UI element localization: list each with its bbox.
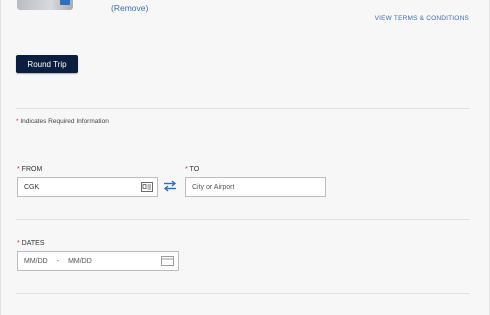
dates-label: * DATES xyxy=(17,240,45,247)
from-label-text: FROM xyxy=(19,166,43,173)
swap-arrows-icon[interactable] xyxy=(163,180,177,192)
to-input[interactable]: City or Airport xyxy=(185,177,326,197)
booking-form: (Remove) VIEW TERMS & CONDITIONS Round T… xyxy=(0,0,490,315)
remove-card-link[interactable]: (Remove) xyxy=(111,3,148,13)
date-separator: - xyxy=(56,257,60,265)
card-brand-icon xyxy=(60,0,70,5)
to-label: * TO xyxy=(185,166,199,173)
required-note-text: Indicates Required Information xyxy=(18,118,109,125)
divider xyxy=(16,219,469,220)
from-label: * FROM xyxy=(17,166,42,173)
dates-label-text: DATES xyxy=(19,240,45,247)
dates-input[interactable]: MM/DD - MM/DD xyxy=(17,251,179,271)
end-date-placeholder: MM/DD xyxy=(68,257,92,265)
directory-card-icon[interactable] xyxy=(141,182,153,192)
start-date-placeholder: MM/DD xyxy=(24,257,48,265)
to-placeholder: City or Airport xyxy=(192,183,235,191)
divider xyxy=(16,293,469,294)
divider xyxy=(16,108,469,109)
credit-card-image xyxy=(17,0,73,10)
from-input[interactable]: CGK xyxy=(17,177,158,197)
trip-type-round-trip-button[interactable]: Round Trip xyxy=(16,55,78,73)
required-info-note: * Indicates Required Information xyxy=(16,118,109,125)
to-label-text: TO xyxy=(187,166,200,173)
calendar-icon[interactable] xyxy=(161,256,174,266)
view-terms-link[interactable]: VIEW TERMS & CONDITIONS xyxy=(375,15,469,22)
from-value: CGK xyxy=(24,183,40,191)
